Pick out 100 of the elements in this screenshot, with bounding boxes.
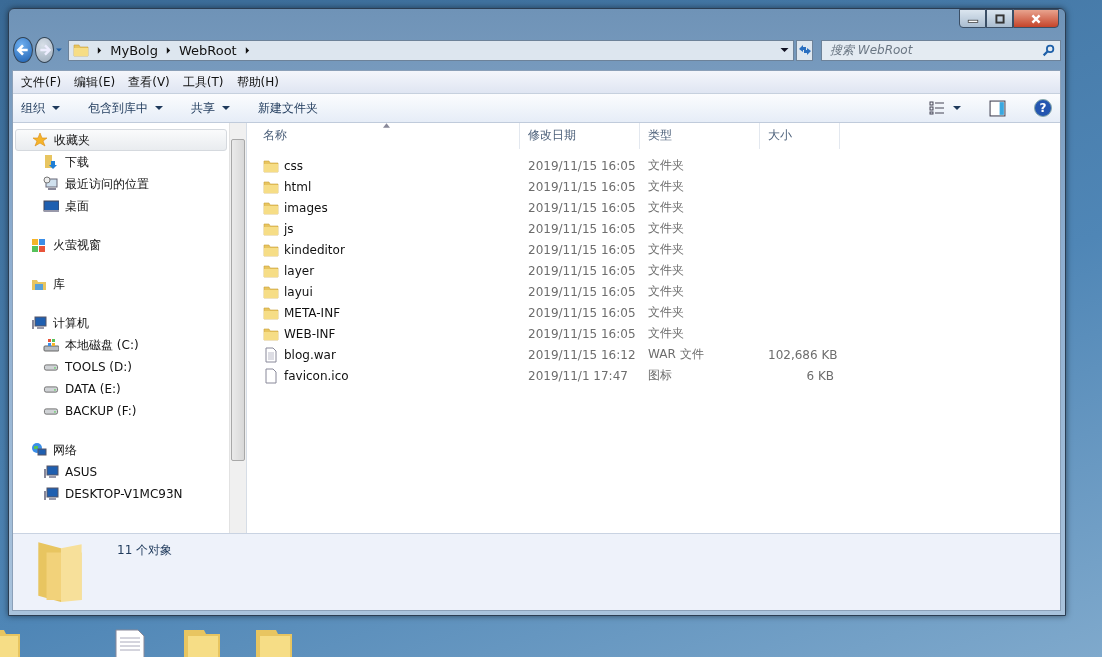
table-cell-text: 文件夹: [647, 325, 685, 342]
table-cell-text: 文件夹: [647, 283, 685, 300]
drive-icon: [43, 385, 59, 393]
dropdown-caret-icon[interactable]: [780, 47, 790, 53]
navigation-item[interactable]: BACKUP (F:): [15, 400, 227, 422]
table-cell-text: 2019/11/15 16:05: [527, 221, 637, 236]
breadcrumb[interactable]: MyBolg: [110, 42, 158, 58]
folder-icon[interactable]: [182, 628, 222, 657]
column-header[interactable]: 修改日期: [520, 123, 640, 149]
navigation-item[interactable]: DESKTOP-V1MC93N: [15, 483, 227, 505]
windows-tiles-icon: [31, 237, 47, 253]
star-icon: [32, 132, 48, 148]
folder-icon: [263, 283, 279, 300]
file-name[interactable]: layui: [284, 284, 313, 299]
file-name[interactable]: kindeditor: [284, 242, 345, 257]
navigation-item[interactable]: 桌面: [15, 195, 227, 217]
navigation-item[interactable]: 库: [15, 273, 227, 295]
blank-file-icon: [263, 367, 279, 384]
search-field[interactable]: 搜索 WebRoot: [821, 39, 1061, 61]
table-cell-text: 图标: [647, 367, 673, 384]
refresh-button[interactable]: [796, 39, 813, 61]
folder-icon: [263, 241, 279, 258]
file-name[interactable]: blog.war: [284, 347, 336, 362]
preview-pane-icon[interactable]: [989, 99, 1006, 117]
menu-item[interactable]: 查看(V): [128, 73, 170, 91]
column-header[interactable]: 大小: [760, 123, 840, 149]
computer-icon: [31, 315, 47, 331]
table-cell-text: 2019/11/15 16:05: [527, 305, 637, 320]
file-name[interactable]: layer: [284, 263, 315, 278]
table-cell-text: 文件夹: [647, 262, 685, 279]
refresh-arrows-icon: [797, 44, 812, 56]
minimize-button[interactable]: [959, 9, 986, 28]
view-list-icon[interactable]: [929, 101, 945, 115]
folder-download-icon: [43, 154, 59, 170]
table-cell-text: 文件夹: [647, 157, 685, 174]
navigation-item[interactable]: 网络: [15, 439, 227, 461]
table-cell-text: 2019/11/15 16:05: [527, 284, 637, 299]
file-name[interactable]: WEB-INF: [284, 326, 336, 341]
folder-icon: [263, 157, 279, 174]
breadcrumb-arrow-icon[interactable]: [165, 46, 171, 54]
toolbar-button[interactable]: 组织: [21, 97, 60, 119]
table-cell-text: 2019/11/15 16:05: [527, 326, 637, 341]
folder-icon: [263, 178, 279, 195]
navigation-item[interactable]: 收藏夹: [15, 129, 227, 151]
toolbar-button[interactable]: 包含到库中: [88, 97, 163, 119]
table-cell-text: 2019/11/1 17:47: [527, 368, 629, 383]
navigation-item[interactable]: ASUS: [15, 461, 227, 483]
folder-icon: [73, 42, 90, 58]
breadcrumb-arrow-icon[interactable]: [244, 46, 250, 54]
table-cell-text: 2019/11/15 16:05: [527, 242, 637, 257]
file-name[interactable]: favicon.ico: [284, 368, 349, 383]
file-name[interactable]: css: [284, 158, 304, 173]
view-caret-icon[interactable]: [953, 105, 961, 111]
address-bar[interactable]: MyBolg WebRoot: [68, 39, 795, 61]
folder-icon: [263, 262, 279, 279]
menu-item[interactable]: 编辑(E): [74, 73, 116, 91]
breadcrumb[interactable]: WebRoot: [178, 42, 237, 58]
menu-item[interactable]: 工具(T): [182, 73, 224, 91]
navigation-item[interactable]: 本地磁盘 (C:): [15, 334, 227, 356]
file-name[interactable]: images: [284, 200, 328, 215]
maximize-icon: [993, 13, 1006, 24]
menu-item[interactable]: 帮助(H): [236, 73, 279, 91]
globe-computer-icon: [31, 442, 47, 458]
scroll-bar[interactable]: [229, 123, 246, 533]
column-header[interactable]: 类型: [640, 123, 760, 149]
folder-icon: [263, 220, 279, 237]
table-cell-text: 2019/11/15 16:05: [527, 179, 637, 194]
table-cell-text: 文件夹: [647, 241, 685, 258]
back-button[interactable]: [13, 37, 33, 63]
drive-windows-icon: [43, 337, 59, 353]
computer-clock-icon: [43, 176, 59, 192]
navigation-item[interactable]: 最近访问的位置: [15, 173, 227, 195]
computer-icon: [43, 486, 59, 502]
navigation-item[interactable]: 下载: [15, 151, 227, 173]
navigation-item[interactable]: TOOLS (D:): [15, 356, 227, 378]
file-name[interactable]: html: [284, 179, 312, 194]
table-cell-text: 2019/11/15 16:05: [527, 158, 637, 173]
table-cell-text: 2019/11/15 16:12: [527, 347, 637, 362]
navigation-item[interactable]: 火萤视窗: [15, 234, 227, 256]
document-icon: [263, 346, 279, 363]
toolbar-button[interactable]: 新建文件夹: [258, 97, 318, 119]
file-name[interactable]: META-INF: [284, 305, 341, 320]
close-button[interactable]: [1013, 9, 1059, 28]
table-cell-text: 文件夹: [647, 199, 685, 216]
monitor-icon: [43, 198, 59, 214]
folder-icon[interactable]: [254, 628, 294, 657]
forward-button[interactable]: [34, 37, 55, 63]
navigation-item[interactable]: 计算机: [15, 312, 227, 334]
left-arrow-icon: [15, 43, 30, 57]
computer-icon: [43, 464, 59, 480]
maximize-button[interactable]: [986, 9, 1013, 28]
toolbar-button[interactable]: 共享: [191, 97, 230, 119]
item-count: 11 个对象: [117, 542, 173, 559]
file-name[interactable]: js: [284, 221, 294, 236]
menu-item[interactable]: 文件(F): [21, 73, 62, 91]
table-cell-text: 2019/11/15 16:05: [527, 200, 637, 215]
table-cell-text: 文件夹: [647, 220, 685, 237]
folder-icon: [263, 199, 279, 216]
navigation-item[interactable]: DATA (E:): [15, 378, 227, 400]
help-button[interactable]: ?: [1034, 99, 1052, 117]
